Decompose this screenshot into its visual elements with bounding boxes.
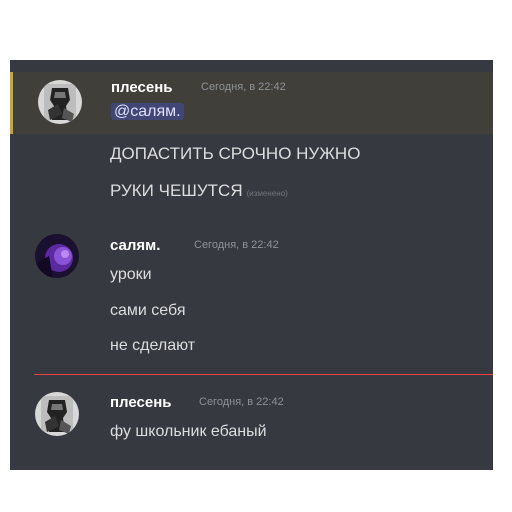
message-author[interactable]: плесень xyxy=(110,394,172,411)
message-line: сами себя xyxy=(110,302,186,319)
new-messages-divider xyxy=(34,374,493,375)
avatar-salyam[interactable] xyxy=(35,234,79,278)
message-line: ДОПАСТИТЬ СРОЧНО НУЖНО xyxy=(110,144,361,163)
user-avatar-icon xyxy=(38,80,82,124)
message-line: фу школьник ебаный xyxy=(110,423,267,440)
avatar-plesen[interactable] xyxy=(38,80,82,124)
avatar-plesen[interactable] xyxy=(35,392,79,436)
message-author[interactable]: салям. xyxy=(110,237,160,254)
user-avatar-icon xyxy=(35,392,79,436)
message-timestamp: Сегодня, в 22:42 xyxy=(194,239,279,251)
message-line-text: РУКИ ЧЕШУТСЯ xyxy=(110,181,243,200)
chat-panel: плесень Сегодня, в 22:42 @салям. ДОПАСТИ… xyxy=(10,60,493,470)
message-line: уроки xyxy=(110,266,152,283)
message-line: РУКИ ЧЕШУТСЯ (изменено) xyxy=(110,181,288,201)
user-avatar-icon xyxy=(35,234,79,278)
message-author[interactable]: плесень xyxy=(111,79,173,96)
edited-label: (изменено) xyxy=(246,189,288,198)
user-mention[interactable]: @салям. xyxy=(111,103,184,120)
message-line: не сделают xyxy=(110,337,196,354)
message-timestamp: Сегодня, в 22:42 xyxy=(199,396,284,408)
message-timestamp: Сегодня, в 22:42 xyxy=(201,81,286,93)
message-mention-highlight[interactable]: плесень Сегодня, в 22:42 @салям. xyxy=(10,72,493,134)
message-line: @салям. xyxy=(111,103,184,121)
